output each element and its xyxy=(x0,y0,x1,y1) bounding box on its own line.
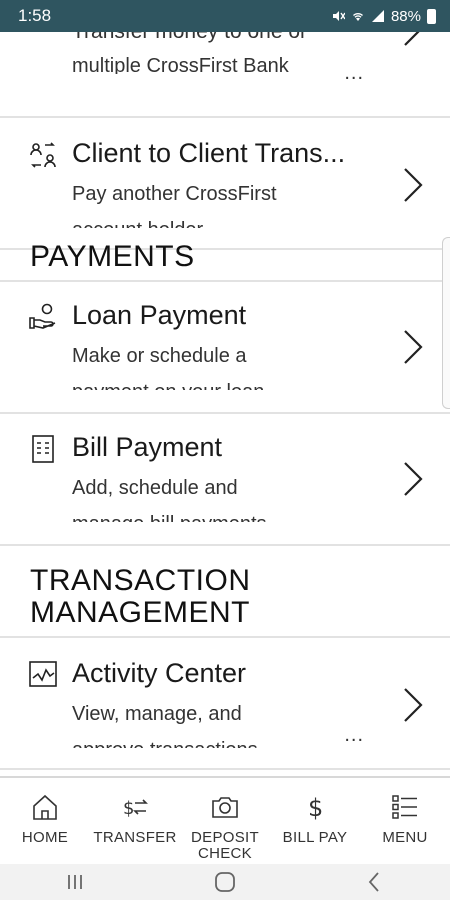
chevron-right-icon xyxy=(404,32,420,46)
card-desc-line1: Add, schedule and xyxy=(72,477,238,499)
card-desc: multiple CrossFirst Bank xyxy=(72,55,289,74)
mute-icon xyxy=(332,11,345,21)
card-title: Loan Payment xyxy=(72,300,247,330)
bill-payment-card[interactable]: Bill Payment Add, schedule and manage bi… xyxy=(0,414,450,546)
nav-label: HOME xyxy=(21,829,69,846)
section-header-transaction-line2: MANAGEMENT xyxy=(30,596,251,629)
card-desc-line2: payment on your loan xyxy=(72,376,372,390)
status-time: 1:58 xyxy=(18,6,52,25)
loan-payment-card[interactable]: Loan Payment Make or schedule a payment … xyxy=(0,282,450,414)
transfer-multiple-card[interactable]: Transfer money to one or multiple CrossF… xyxy=(0,32,450,118)
home-icon xyxy=(33,794,57,820)
chevron-right-icon xyxy=(404,168,423,202)
battery-percent: 88% xyxy=(390,7,421,25)
transfer-dollar-icon: $ xyxy=(123,798,148,819)
svg-text:$: $ xyxy=(308,794,323,822)
status-icons: 88% xyxy=(331,8,436,25)
activity-chart-icon xyxy=(29,661,57,687)
bottom-nav: HOME $ TRANSFER DEPOSIT CHECK $ BILL PAY… xyxy=(0,776,450,864)
card-desc-line1: View, manage, and xyxy=(72,703,242,725)
wifi-icon xyxy=(352,13,363,21)
nav-label-line1: DEPOSIT xyxy=(191,829,259,846)
card-desc-line1: Make or schedule a xyxy=(72,345,247,367)
chevron-right-icon xyxy=(404,688,423,722)
battery-icon xyxy=(427,8,436,24)
android-nav-bar xyxy=(0,864,450,900)
card-desc-line2: account holder xyxy=(72,214,372,228)
client-transfer-icon xyxy=(30,142,56,168)
card-desc-line2: manage bill payments xyxy=(72,508,372,522)
nav-label: MENU xyxy=(382,829,428,846)
nav-bill-pay[interactable]: $ BILL PAY xyxy=(270,778,360,864)
home-button-icon[interactable] xyxy=(213,870,237,894)
card-title: Bill Payment xyxy=(72,432,223,462)
chevron-right-icon xyxy=(404,462,423,496)
card-title: Activity Center xyxy=(72,658,247,688)
back-icon[interactable] xyxy=(363,870,387,894)
svg-text:$: $ xyxy=(123,798,134,819)
nav-deposit-check[interactable]: DEPOSIT CHECK xyxy=(180,778,270,864)
nav-label-line2: CHECK xyxy=(197,845,252,862)
nav-transfer[interactable]: $ TRANSFER xyxy=(90,778,180,864)
menu-list-icon xyxy=(392,795,417,819)
activity-center-card[interactable]: Activity Center View, manage, and approv… xyxy=(0,638,450,770)
signal-icon xyxy=(371,10,384,22)
nav-label: TRANSFER xyxy=(93,829,177,846)
nav-menu[interactable]: MENU xyxy=(360,778,450,864)
nav-label: BILL PAY xyxy=(282,829,348,846)
camera-icon xyxy=(212,797,238,818)
scroll-indicator[interactable] xyxy=(442,237,450,409)
section-header-transaction-line1: TRANSACTION xyxy=(30,564,251,597)
client-transfer-card[interactable]: Client to Client Trans... Pay another Cr… xyxy=(0,118,450,250)
more-dots: ... xyxy=(344,724,364,746)
more-dots: ... xyxy=(344,62,364,84)
card-title: Client to Client Trans... xyxy=(72,138,346,168)
card-title: Transfer money to one or xyxy=(72,32,382,44)
nav-home[interactable]: HOME xyxy=(0,778,90,864)
status-bar: 1:58 88% xyxy=(0,0,450,32)
content-scroll-area[interactable]: Transfer money to one or multiple CrossF… xyxy=(0,32,450,772)
card-desc-line2: approve transactions xyxy=(72,734,372,748)
chevron-right-icon xyxy=(404,330,423,364)
card-desc-line1: Pay another CrossFirst xyxy=(72,183,277,205)
recent-apps-icon[interactable] xyxy=(63,870,87,894)
dollar-icon: $ xyxy=(308,794,323,822)
section-header-payments: PAYMENTS xyxy=(30,240,195,273)
loan-hand-icon xyxy=(29,303,56,329)
bill-icon xyxy=(32,435,54,463)
